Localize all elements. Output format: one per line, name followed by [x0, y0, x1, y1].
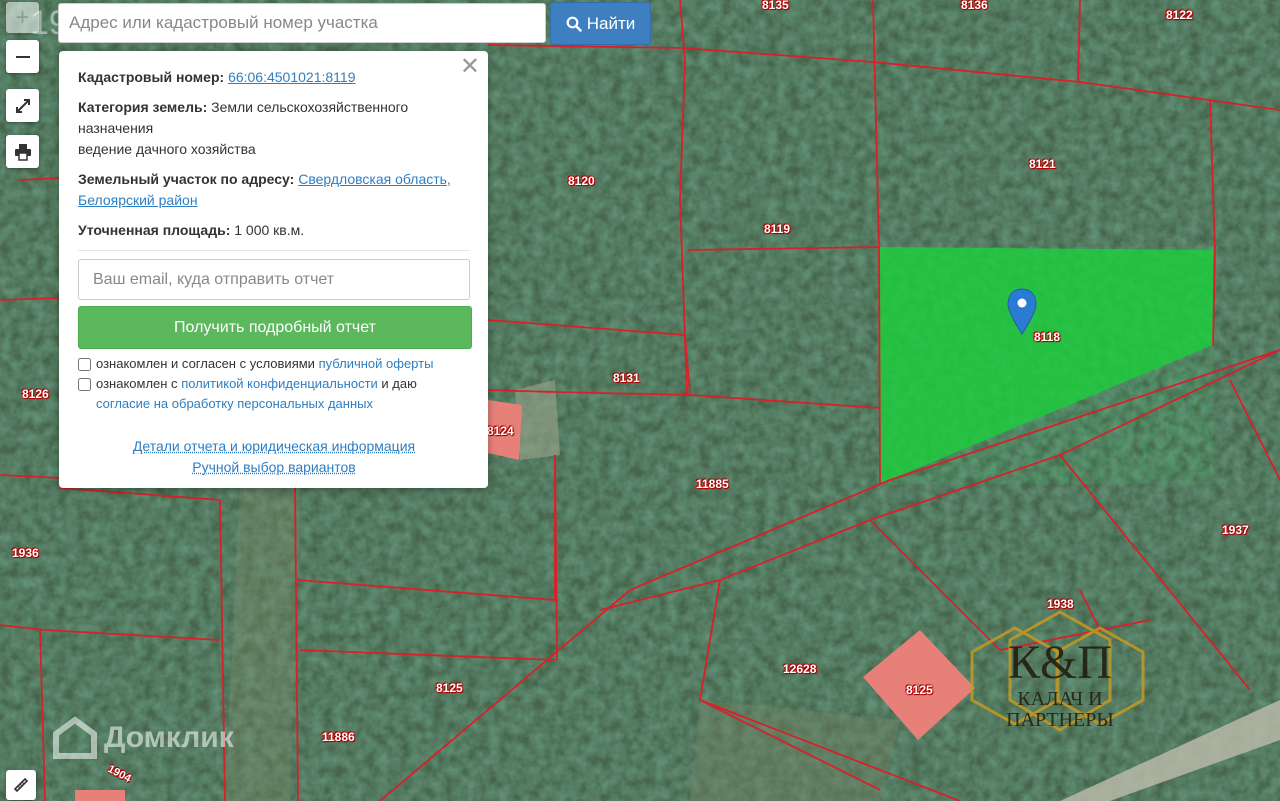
- privacy-consent-text: ознакомлен с: [96, 376, 178, 391]
- zoom-in-button[interactable]: +: [6, 2, 39, 33]
- domclick-text: Домклик: [104, 721, 234, 754]
- parcel-info-popup: ✕ Кадастровый номер: 66:06:4501021:8119 …: [59, 51, 488, 488]
- privacy-consent-checkbox[interactable]: [78, 378, 91, 391]
- privacy-consent-text-2: и даю: [381, 376, 417, 391]
- print-button[interactable]: [6, 135, 39, 168]
- get-report-button[interactable]: Получить подробный отчет: [78, 306, 472, 349]
- plot-label-8121: 8121: [1029, 157, 1056, 171]
- plot-label-8120: 8120: [568, 174, 595, 188]
- fullscreen-button[interactable]: [6, 89, 39, 122]
- cadastral-row: Кадастровый номер: 66:06:4501021:8119: [78, 67, 470, 88]
- cadastral-label: Кадастровый номер:: [78, 69, 225, 85]
- plot-label-8125: 8125: [906, 683, 933, 697]
- zoom-out-button[interactable]: [6, 40, 39, 73]
- personal-data-consent-link[interactable]: согласие на обработку персональных данны…: [96, 396, 373, 411]
- ruler-button[interactable]: [6, 770, 36, 800]
- plot-label-1936: 1936: [12, 546, 39, 560]
- address-row: Земельный участок по адресу: Свердловска…: [78, 169, 470, 211]
- brand-watermark-text: К&П КАЛАЧ И ПАРТНЕРЫ: [985, 636, 1135, 732]
- brand-line2: ПАРТНЕРЫ: [1006, 709, 1114, 731]
- search-button-label: Найти: [586, 13, 636, 33]
- popup-footer-links: Детали отчета и юридическая информация Р…: [78, 436, 470, 478]
- offer-consent-text: ознакомлен и согласен с условиями: [96, 356, 315, 371]
- public-offer-link[interactable]: публичной оферты: [319, 356, 434, 371]
- manual-selection-link[interactable]: Ручной выбор вариантов: [192, 459, 356, 475]
- search-icon: [566, 16, 582, 32]
- plot-label-8118: 8118: [1034, 330, 1061, 344]
- land-use-value: ведение дачного хозяйства: [78, 141, 256, 157]
- plot-label-11885: 11885: [696, 477, 729, 491]
- ruler-icon: [13, 777, 29, 793]
- parcel-south-west[interactable]: [75, 790, 125, 801]
- plot-label-8126: 8126: [22, 387, 49, 401]
- cadastral-number-link[interactable]: 66:06:4501021:8119: [228, 69, 355, 85]
- email-field[interactable]: [78, 259, 470, 300]
- area-label: Уточненная площадь:: [78, 222, 231, 238]
- plot-label-8136: 8136: [961, 0, 988, 12]
- area-row: Уточненная площадь: 1 000 кв.м.: [78, 220, 470, 241]
- report-details-link[interactable]: Детали отчета и юридическая информация: [133, 438, 415, 454]
- brand-line1: КАЛАЧ И: [1017, 688, 1103, 710]
- privacy-consent-row: ознакомлен с политикой конфиденциальност…: [78, 374, 470, 414]
- privacy-consent-text-wrap: ознакомлен с политикой конфиденциальност…: [96, 374, 417, 414]
- close-icon[interactable]: ✕: [460, 55, 480, 79]
- offer-consent-row: ознакомлен и согласен с условиями публич…: [78, 354, 470, 374]
- domclick-logo-icon: [53, 716, 97, 759]
- address-label: Земельный участок по адресу:: [78, 171, 295, 187]
- plus-icon: +: [15, 3, 30, 31]
- search-input[interactable]: [58, 3, 546, 43]
- plot-label-8122: 8122: [1166, 8, 1193, 22]
- plot-label-8119: 8119: [764, 222, 791, 236]
- category-row: Категория земель: Земли сельскохозяйстве…: [78, 97, 470, 160]
- divider: [78, 250, 470, 251]
- brand-monogram: К&П: [1007, 636, 1112, 689]
- plot-label-8135: 8135: [762, 0, 789, 12]
- minus-icon: [15, 55, 30, 58]
- plot-label-1937: 1937: [1222, 523, 1249, 537]
- plot-label-11886: 11886: [322, 730, 355, 744]
- offer-consent-checkbox[interactable]: [78, 358, 91, 371]
- expand-icon: [15, 98, 30, 113]
- plot-label-12628: 12628: [783, 662, 817, 676]
- search-button[interactable]: Найти: [550, 2, 651, 45]
- privacy-policy-link[interactable]: политикой конфиденциальности: [181, 376, 378, 391]
- domclick-watermark: Домклик: [52, 716, 234, 760]
- plot-label-1938: 1938: [1047, 597, 1074, 611]
- area-value: 1 000 кв.м.: [234, 222, 305, 238]
- plot-label-8131: 8131: [613, 371, 640, 385]
- plot-label-8125: 8125: [436, 681, 463, 695]
- printer-icon: [14, 143, 31, 161]
- category-label: Категория земель:: [78, 99, 208, 115]
- offer-consent-text-wrap: ознакомлен и согласен с условиями публич…: [96, 354, 433, 374]
- plot-label-8124: 8124: [487, 424, 514, 438]
